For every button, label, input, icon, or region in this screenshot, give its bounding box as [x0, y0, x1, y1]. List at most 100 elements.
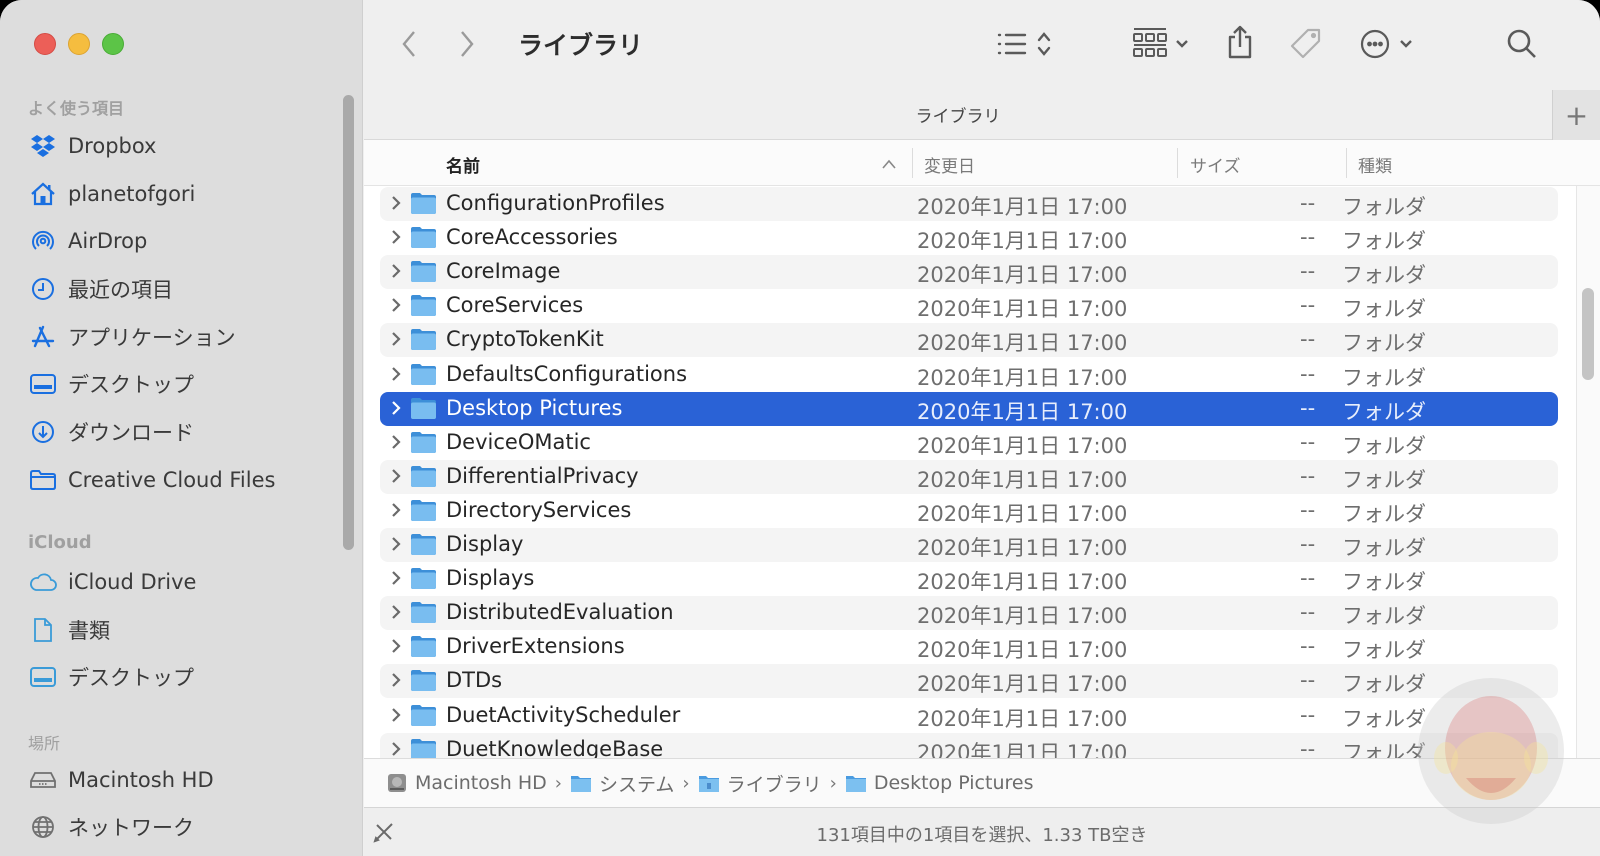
status-bar: 131項目中の1項目を選択、1.33 TB空き — [364, 808, 1600, 856]
file-row[interactable]: Display 2020年1月1日 17:00 -- フォルダ — [380, 528, 1558, 562]
path-item-library[interactable]: ライブラリ — [698, 770, 822, 797]
column-modified[interactable]: 変更日 — [924, 152, 975, 177]
file-name: DriverExtensions — [446, 634, 625, 659]
sidebar-item-downloads[interactable]: ダウンロード — [28, 412, 338, 452]
column-divider[interactable] — [912, 148, 913, 178]
disclosure-chevron-icon[interactable] — [388, 260, 404, 282]
file-name: DuetActivityScheduler — [446, 702, 681, 727]
close-button[interactable] — [34, 33, 56, 55]
sidebar-item-home[interactable]: planetofgori — [28, 174, 338, 214]
file-kind: フォルダ — [1342, 740, 1426, 758]
dropbox-icon — [28, 131, 58, 161]
sidebar-item-desktop[interactable]: デスクトップ — [28, 364, 338, 404]
path-separator: › — [682, 772, 690, 794]
view-mode-button[interactable] — [994, 26, 1060, 62]
sidebar-item-network[interactable]: ネットワーク — [28, 807, 338, 847]
list-scrollbar-thumb[interactable] — [1582, 288, 1594, 380]
folder-icon — [411, 602, 436, 624]
file-name: DeviceOMatic — [446, 429, 591, 454]
tag-button[interactable] — [1286, 24, 1326, 64]
file-row[interactable]: DeviceOMatic 2020年1月1日 17:00 -- フォルダ — [380, 426, 1558, 460]
sidebar-item-documents[interactable]: 書類 — [28, 610, 338, 650]
sidebar-scrollbar[interactable] — [343, 95, 354, 550]
new-tab-button[interactable]: + — [1552, 90, 1600, 140]
sidebar-item-airdrop[interactable]: AirDrop — [28, 221, 338, 261]
disclosure-chevron-icon[interactable] — [388, 226, 404, 248]
file-row[interactable]: ConfigurationProfiles 2020年1月1日 17:00 -- フォ… — [380, 187, 1558, 221]
file-row[interactable]: DefaultsConfigurations 2020年1月1日 17:00 -- フ… — [380, 358, 1558, 392]
disclosure-chevron-icon[interactable] — [388, 294, 404, 316]
tab-library[interactable]: ライブラリ — [364, 102, 1552, 127]
file-list: ConfigurationProfiles 2020年1月1日 17:00 -- フォ… — [364, 186, 1576, 758]
folder-icon — [411, 227, 436, 249]
sidebar-item-dropbox[interactable]: Dropbox — [28, 126, 338, 166]
path-item-macintosh-hd[interactable]: Macintosh HD — [386, 772, 547, 794]
file-row[interactable]: DuetActivityScheduler 2020年1月1日 17:00 -- フォ… — [380, 699, 1558, 733]
file-name: DTDs — [446, 668, 503, 693]
disclosure-chevron-icon[interactable] — [388, 635, 404, 657]
column-name[interactable]: 名前 — [446, 152, 480, 177]
disclosure-chevron-icon[interactable] — [388, 431, 404, 453]
sidebar-item-icloud-drive[interactable]: iCloud Drive — [28, 562, 338, 602]
sidebar-item-applications[interactable]: アプリケーション — [28, 317, 338, 357]
file-row[interactable]: CoreAccessories 2020年1月1日 17:00 -- フォルダ — [380, 221, 1558, 255]
share-button[interactable] — [1222, 22, 1258, 62]
group-button[interactable] — [1130, 26, 1196, 62]
disclosure-chevron-icon[interactable] — [388, 533, 404, 555]
watermark-logo — [1418, 678, 1564, 824]
column-divider[interactable] — [1177, 148, 1178, 178]
file-kind: フォルダ — [1342, 229, 1426, 254]
file-modified: 2020年1月1日 17:00 — [917, 672, 1128, 697]
disclosure-chevron-icon[interactable] — [388, 567, 404, 589]
file-row[interactable]: DriverExtensions 2020年1月1日 17:00 -- フォルダ — [380, 630, 1558, 664]
list-scrollbar-track[interactable] — [1576, 186, 1600, 758]
file-row[interactable]: DuetKnowledgeBase 2020年1月1日 17:00 -- フォルダ — [380, 732, 1558, 758]
sidebar-item-macintosh-hd[interactable]: Macintosh HD — [28, 760, 338, 800]
file-size: -- — [1300, 634, 1316, 659]
file-modified: 2020年1月1日 17:00 — [917, 399, 1128, 424]
file-row[interactable]: DistributedEvaluation 2020年1月1日 17:00 -- フォ… — [380, 596, 1558, 631]
file-name: CryptoTokenKit — [446, 327, 604, 352]
back-button[interactable] — [394, 26, 424, 62]
search-button[interactable] — [1504, 26, 1540, 62]
path-item-desktop-pictures[interactable]: Desktop Pictures — [845, 772, 1033, 794]
file-row[interactable]: DirectoryServices 2020年1月1日 17:00 -- フォルダ — [380, 494, 1558, 528]
disclosure-chevron-icon[interactable] — [388, 363, 404, 385]
disclosure-chevron-icon[interactable] — [388, 704, 404, 726]
disclosure-chevron-icon[interactable] — [388, 601, 404, 623]
file-row[interactable]: CoreServices 2020年1月1日 17:00 -- フォルダ — [380, 289, 1558, 323]
folder-icon — [411, 499, 436, 521]
action-menu-button[interactable] — [1358, 26, 1420, 62]
disclosure-chevron-icon[interactable] — [388, 465, 404, 487]
file-row[interactable]: CryptoTokenKit 2020年1月1日 17:00 -- フォルダ — [380, 323, 1558, 358]
folder-icon — [411, 465, 436, 487]
document-icon — [28, 615, 58, 645]
file-size: -- — [1300, 327, 1316, 352]
disclosure-chevron-icon[interactable] — [388, 738, 404, 758]
column-divider[interactable] — [1346, 148, 1347, 178]
cloud-icon — [28, 567, 58, 597]
column-kind[interactable]: 種類 — [1358, 152, 1392, 177]
disclosure-chevron-icon[interactable] — [388, 669, 404, 691]
sidebar-item-recents[interactable]: 最近の項目 — [28, 269, 338, 309]
path-item-system[interactable]: システム — [570, 770, 674, 797]
airdrop-icon — [28, 226, 58, 256]
file-row[interactable]: Desktop Pictures 2020年1月1日 17:00 -- フォルダ — [380, 391, 1558, 426]
file-row[interactable]: DifferentialPrivacy 2020年1月1日 17:00 -- フォルダ — [380, 459, 1558, 494]
file-row[interactable]: DTDs 2020年1月1日 17:00 -- フォルダ — [380, 664, 1558, 699]
column-size[interactable]: サイズ — [1190, 152, 1241, 177]
minimize-button[interactable] — [68, 33, 90, 55]
maximize-button[interactable] — [102, 33, 124, 55]
disclosure-chevron-icon[interactable] — [388, 397, 404, 419]
file-row[interactable]: Displays 2020年1月1日 17:00 -- フォルダ — [380, 562, 1558, 596]
file-row[interactable]: CoreImage 2020年1月1日 17:00 -- フォルダ — [380, 255, 1558, 290]
sidebar-item-icloud-desktop[interactable]: デスクトップ — [28, 657, 338, 697]
main-pane: ライブラリ ライブラリ + 名前 変更日 サイズ 種類 Configuratio… — [364, 0, 1600, 856]
disclosure-chevron-icon[interactable] — [388, 499, 404, 521]
file-size: -- — [1300, 463, 1316, 488]
forward-button[interactable] — [452, 26, 482, 62]
sidebar-item-creative-cloud[interactable]: Creative Cloud Files — [28, 460, 338, 500]
toolbar: ライブラリ — [364, 0, 1600, 90]
disclosure-chevron-icon[interactable] — [388, 192, 404, 214]
disclosure-chevron-icon[interactable] — [388, 328, 404, 350]
